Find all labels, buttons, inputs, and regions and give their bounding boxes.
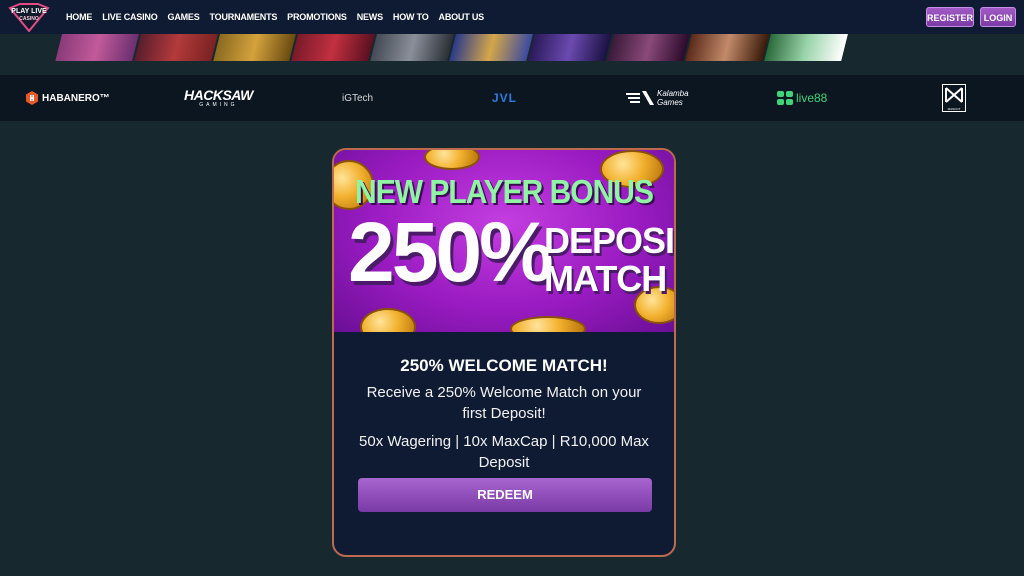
provider-kalamba[interactable]: Kalamba Games (626, 75, 689, 121)
game-thumbnail[interactable] (291, 34, 378, 61)
live88-icon (777, 91, 793, 105)
promo-description: Receive a 250% Welcome Match on your fir… (366, 384, 642, 422)
nav-how-to[interactable]: HOW TO (393, 12, 429, 22)
gold-coin-icon (360, 308, 416, 332)
live88-label: live88 (796, 91, 828, 105)
game-thumbnail[interactable] (606, 34, 693, 61)
hacksaw-sublabel: GAMING (199, 101, 238, 108)
game-thumbnail[interactable] (212, 34, 299, 61)
redeem-button[interactable]: REDEEM (358, 478, 652, 512)
nav-home[interactable]: HOME (66, 12, 92, 22)
provider-jvl[interactable]: JVL (492, 75, 517, 121)
game-thumbnail[interactable] (528, 34, 614, 61)
nav-news[interactable]: NEWS (357, 12, 383, 22)
provider-habanero[interactable]: HABANERO™ (26, 75, 110, 121)
kalamba-icon (626, 91, 654, 105)
promo-hero-banner: NEW PLAYER BONUS 250% DEPOSIT MATCH (334, 150, 674, 332)
promo-terms: 50x Wagering | 10x MaxCap | R10,000 Max … (359, 433, 649, 471)
game-thumbnail[interactable] (449, 34, 535, 61)
register-button[interactable]: REGISTER (926, 7, 974, 27)
login-button[interactable]: LOGIN (980, 7, 1016, 27)
provider-igtech[interactable]: iGTech (342, 75, 373, 121)
logo-line2: CASINO (19, 16, 39, 22)
nav-tournaments[interactable]: TOURNAMENTS (210, 12, 278, 22)
igtech-label: iGTech (342, 92, 374, 104)
kalamba-sublabel: Games (657, 98, 683, 107)
game-thumbnail-strip (55, 34, 850, 61)
jvl-label: JVL (492, 91, 518, 105)
play-live-casino-logo[interactable]: PLAY LIVE CASINO (8, 2, 50, 32)
game-thumbnail[interactable] (685, 34, 772, 61)
gold-coin-icon (424, 150, 480, 170)
mascot-label: MASCOT (947, 107, 961, 111)
nav-games[interactable]: GAMES (168, 12, 200, 22)
habanero-icon (26, 91, 38, 105)
game-thumbnail[interactable] (55, 34, 141, 61)
game-thumbnail[interactable] (134, 34, 220, 61)
nav-promotions[interactable]: PROMOTIONS (287, 12, 347, 22)
top-navbar: PLAY LIVE CASINO HOME LIVE CASINO GAMES … (0, 0, 1024, 34)
provider-mascot[interactable]: MASCOT (942, 75, 966, 121)
promo-card: NEW PLAYER BONUS 250% DEPOSIT MATCH 250%… (332, 148, 676, 557)
habanero-label: HABANERO™ (42, 92, 110, 104)
promo-title: 250% WELCOME MATCH! (400, 356, 608, 375)
nav-about-us[interactable]: ABOUT US (439, 12, 485, 22)
hero-match-text: MATCH (544, 258, 667, 299)
game-thumbnail[interactable] (370, 34, 456, 61)
hero-deposit-text: DEPOSIT (544, 220, 674, 261)
mascot-icon (945, 87, 963, 103)
game-thumbnail[interactable] (764, 34, 850, 61)
provider-live88[interactable]: live88 (777, 75, 827, 121)
provider-hacksaw[interactable]: HACKSAW GAMING (184, 75, 253, 121)
hacksaw-label: HACKSAW (184, 86, 253, 103)
hero-percent: 250% (348, 205, 554, 299)
gold-coin-icon (510, 316, 586, 332)
provider-logos-bar: HABANERO™ HACKSAW GAMING iGTech JVL Kala… (0, 75, 1024, 121)
kalamba-label: Kalamba (657, 89, 689, 98)
main-nav: HOME LIVE CASINO GAMES TOURNAMENTS PROMO… (66, 0, 494, 34)
logo-line1: PLAY LIVE (11, 8, 47, 15)
nav-live-casino[interactable]: LIVE CASINO (102, 12, 158, 22)
